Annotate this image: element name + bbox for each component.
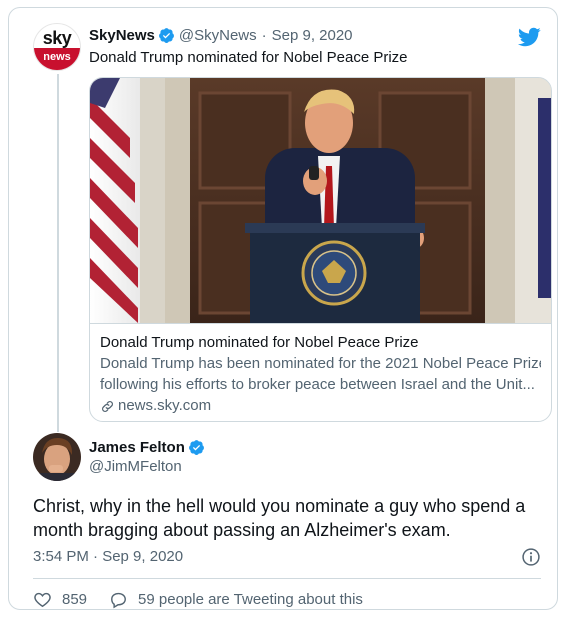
tweet-timestamp[interactable]: 3:54 PM · Sep 9, 2020 <box>33 548 183 565</box>
heart-icon <box>34 592 51 607</box>
link-icon <box>102 400 113 412</box>
twitter-bird-icon[interactable] <box>517 25 541 49</box>
meta-separator: · <box>261 26 267 44</box>
verified-badge-icon <box>188 440 204 455</box>
link-preview-card[interactable]: Donald Trump nominated for Nobel Peace P… <box>89 77 552 422</box>
tweet-actions-bar: 859 59 people are Tweeting about this <box>33 588 385 610</box>
like-button[interactable]: 859 <box>33 590 87 609</box>
james-felton-avatar[interactable] <box>33 433 81 481</box>
embedded-tweet-card: sky news SkyNews @SkyNews · Sep 9, 2020 … <box>8 7 558 610</box>
verified-badge-icon <box>158 27 174 43</box>
tweet-text: Christ, why in the hell would you nomina… <box>33 496 526 540</box>
link-preview-body[interactable]: Donald Trump nominated for Nobel Peace P… <box>90 323 551 421</box>
news-logo-band: news <box>34 48 80 70</box>
actions-divider <box>33 578 541 579</box>
conversation-button[interactable]: 59 people are Tweeting about this <box>109 590 363 609</box>
press-conference-image[interactable] <box>90 78 551 323</box>
quoted-author-name[interactable]: SkyNews <box>89 27 155 44</box>
link-description-line-1: Donald Trump has been nominated for the … <box>100 355 541 372</box>
sky-logo-text: sky <box>42 28 72 48</box>
profile-photo <box>33 433 81 481</box>
comment-bubble-icon <box>111 592 126 608</box>
author-handle[interactable]: @JimMFelton <box>89 458 182 475</box>
skynews-avatar[interactable]: sky news <box>33 23 81 71</box>
info-icon[interactable] <box>521 547 541 567</box>
quoted-date[interactable]: Sep 9, 2020 <box>272 27 353 44</box>
link-domain: news.sky.com <box>118 397 212 414</box>
quoted-tweet-header: SkyNews @SkyNews · Sep 9, 2020 <box>89 25 353 45</box>
link-title[interactable]: Donald Trump nominated for Nobel Peace P… <box>100 333 541 353</box>
author-name[interactable]: James Felton <box>89 439 185 456</box>
author-name-row[interactable]: James Felton <box>89 439 209 456</box>
link-domain-row[interactable]: news.sky.com <box>100 396 541 416</box>
quoted-tweet-text: Donald Trump nominated for Nobel Peace P… <box>89 49 408 66</box>
like-count: 859 <box>62 590 88 608</box>
link-description-line-2: following his efforts to broker peace be… <box>100 376 535 393</box>
trump-podium-photo <box>90 78 551 323</box>
quoted-author-handle[interactable]: @SkyNews <box>179 27 257 44</box>
conversation-text: 59 people are Tweeting about this <box>138 590 363 608</box>
thread-connector-line <box>57 74 59 432</box>
